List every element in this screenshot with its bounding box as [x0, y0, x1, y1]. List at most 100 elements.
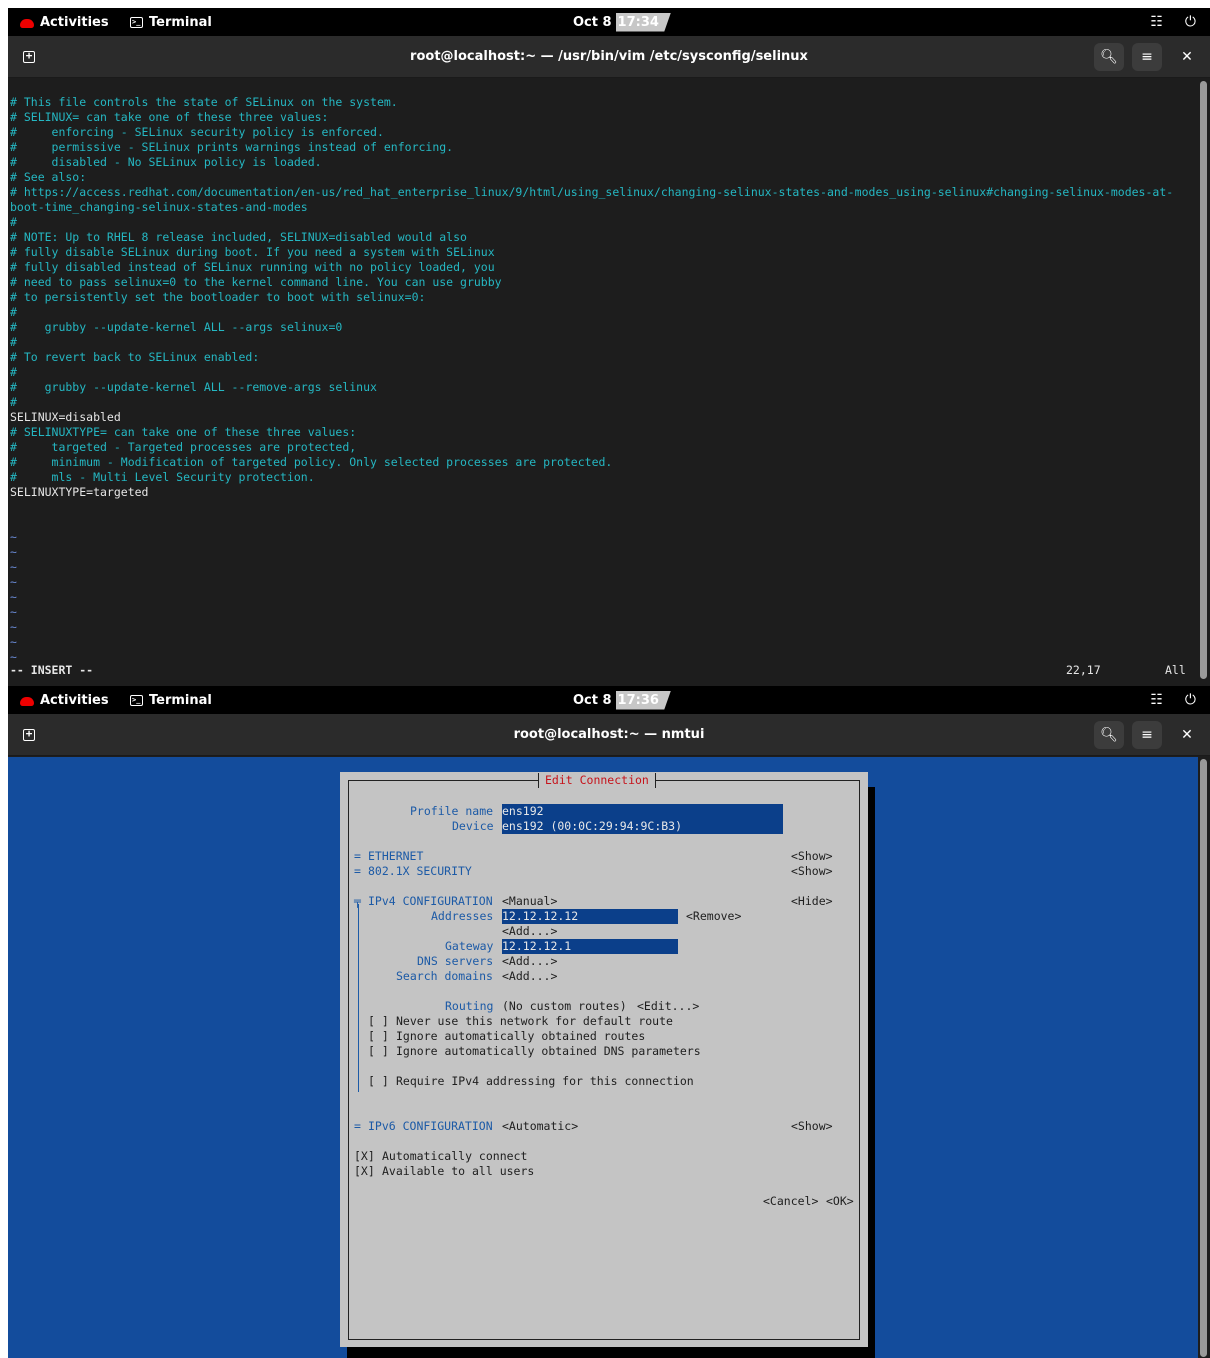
vim-buffer[interactable]: # This file controls the state of SELinu… — [8, 79, 1198, 686]
ethernet-section-label: ETHERNET — [368, 849, 424, 863]
never-default-label: Never use this network for default route — [396, 1014, 673, 1028]
search-button[interactable]: 🔍︎ — [1094, 43, 1124, 71]
file-line: # To revert back to SELinux enabled: — [10, 350, 260, 364]
clock[interactable]: Oct 8 17:34 — [573, 8, 671, 36]
gnome-top-bar: Activities >_ Terminal Oct 8 17:36 ☷ ⏻ — [8, 686, 1210, 714]
section-collapsed-marker: = — [354, 864, 361, 878]
device-field[interactable]: ens192 (00:0C:29:94:9C:B3) — [502, 819, 783, 834]
power-icon[interactable]: ⏻ — [1185, 692, 1196, 708]
file-line: # grubby --update-kernel ALL --args seli… — [10, 320, 343, 334]
close-icon: ✕ — [1181, 49, 1193, 65]
ipv4-section-label: IPv4 CONFIGURATION — [368, 894, 493, 908]
remove-address-button[interactable]: <Remove> — [686, 909, 741, 924]
file-line: # This file controls the state of SELinu… — [10, 95, 398, 109]
empty-line-tilde: ~ — [10, 575, 17, 589]
ipv6-mode-dropdown[interactable]: <Automatic> — [502, 1119, 578, 1134]
address-value: 12.12.12.12 — [502, 909, 579, 923]
routing-label: Routing — [445, 999, 494, 1013]
system-tray[interactable]: ☷ ⏻ — [1150, 8, 1196, 36]
scrollbar[interactable] — [1200, 81, 1207, 679]
section-collapsed-marker: = — [354, 849, 361, 863]
address-field[interactable]: 12.12.12.12 — [502, 909, 678, 924]
terminal-headerbar: + root@localhost:~ — nmtui 🔍︎ ≡ ✕ — [8, 714, 1210, 756]
system-tray[interactable]: ☷ ⏻ — [1150, 686, 1196, 714]
security-section-label: 802.1X SECURITY — [368, 864, 472, 878]
file-line: # need to pass selinux=0 to the kernel c… — [10, 275, 502, 289]
file-line: # targeted - Targeted processes are prot… — [10, 440, 357, 454]
nmtui-terminal-screenshot: Activities >_ Terminal Oct 8 17:36 ☷ ⏻ +… — [8, 686, 1210, 1358]
nmtui-screen: Edit Connection Profile name ens192 Devi… — [8, 757, 1198, 1358]
redhat-logo-icon — [20, 18, 34, 28]
terminal-icon: >_ — [130, 694, 143, 706]
search-button[interactable]: 🔍︎ — [1094, 721, 1124, 749]
clock-time: 17:34 — [615, 12, 671, 32]
clock[interactable]: Oct 8 17:36 — [573, 686, 671, 714]
vim-terminal-screenshot: Activities >_ Terminal Oct 8 17:34 ☷ ⏻ +… — [8, 8, 1210, 686]
hamburger-menu-icon: ≡ — [1141, 727, 1153, 743]
menu-button[interactable]: ≡ — [1132, 43, 1162, 71]
add-dns-button[interactable]: <Add...> — [502, 954, 557, 969]
addresses-label: Addresses — [431, 909, 494, 923]
terminal-icon: >_ — [130, 16, 143, 28]
network-wired-icon[interactable]: ☷ — [1150, 692, 1163, 708]
ok-button[interactable]: <OK> — [826, 1194, 854, 1209]
section-collapsed-marker: = — [354, 1119, 361, 1133]
empty-line-tilde: ~ — [10, 635, 17, 649]
file-line: # See also: — [10, 170, 87, 184]
ignore-routes-label: Ignore automatically obtained routes — [396, 1029, 646, 1043]
device-label: Device — [452, 819, 494, 833]
profile-name-field[interactable]: ens192 — [502, 804, 783, 819]
require-ipv4-checkbox[interactable]: [ ] — [368, 1074, 389, 1089]
file-line: boot-time_changing-selinux-states-and-mo… — [10, 200, 308, 214]
close-button[interactable]: ✕ — [1172, 721, 1202, 749]
gnome-top-bar: Activities >_ Terminal Oct 8 17:34 ☷ ⏻ — [8, 8, 1210, 36]
redhat-logo-icon — [20, 696, 34, 706]
scroll-position: All — [1165, 663, 1186, 677]
ethernet-show-button[interactable]: <Show> — [791, 849, 833, 864]
file-line: # mls - Multi Level Security protection. — [10, 470, 315, 484]
ipv4-hide-button[interactable]: <Hide> — [791, 894, 833, 909]
file-line: # enforcing - SELinux security policy is… — [10, 125, 384, 139]
power-icon[interactable]: ⏻ — [1185, 14, 1196, 30]
gateway-field[interactable]: 12.12.12.1 — [502, 939, 678, 954]
vim-mode-indicator: -- INSERT -- — [10, 663, 94, 677]
file-line: # — [10, 365, 17, 379]
ignore-dns-checkbox[interactable]: [ ] — [368, 1044, 389, 1059]
empty-line-tilde: ~ — [10, 590, 17, 604]
auto-connect-checkbox[interactable]: [X] — [354, 1149, 375, 1164]
add-search-domain-button[interactable]: <Add...> — [502, 969, 557, 984]
ipv4-mode-dropdown[interactable]: <Manual> — [502, 894, 557, 909]
gateway-value: 12.12.12.1 — [502, 939, 572, 953]
add-address-button[interactable]: <Add...> — [502, 924, 557, 939]
file-line: # — [10, 215, 17, 229]
clock-date: Oct 8 — [573, 14, 612, 30]
profile-name-value: ens192 — [502, 804, 544, 818]
cancel-button[interactable]: <Cancel> — [763, 1194, 818, 1209]
ignore-dns-label: Ignore automatically obtained DNS parame… — [396, 1044, 701, 1058]
close-icon: ✕ — [1181, 727, 1193, 743]
clock-time: 17:36 — [615, 690, 671, 710]
file-line: # — [10, 305, 17, 319]
activities-label: Activities — [40, 692, 109, 708]
network-wired-icon[interactable]: ☷ — [1150, 14, 1163, 30]
never-default-checkbox[interactable]: [ ] — [368, 1014, 389, 1029]
menu-button[interactable]: ≡ — [1132, 721, 1162, 749]
security-show-button[interactable]: <Show> — [791, 864, 833, 879]
close-button[interactable]: ✕ — [1172, 43, 1202, 71]
file-line: # to persistently set the bootloader to … — [10, 290, 426, 304]
app-menu-terminal[interactable]: >_ Terminal — [130, 8, 212, 36]
app-menu-terminal[interactable]: >_ Terminal — [130, 686, 212, 714]
cursor-position: 22,17 — [1066, 663, 1101, 677]
gateway-label: Gateway — [445, 939, 494, 953]
file-line: # fully disable SELinux during boot. If … — [10, 245, 495, 259]
ipv6-show-button[interactable]: <Show> — [791, 1119, 833, 1134]
clock-date: Oct 8 — [573, 692, 612, 708]
terminal-headerbar: + root@localhost:~ — /usr/bin/vim /etc/s… — [8, 36, 1210, 78]
all-users-checkbox[interactable]: [X] — [354, 1164, 375, 1179]
activities-button[interactable]: Activities — [20, 686, 109, 714]
edit-routes-button[interactable]: <Edit...> — [637, 999, 699, 1014]
activities-button[interactable]: Activities — [20, 8, 109, 36]
scrollbar[interactable] — [1200, 759, 1207, 1357]
file-line: # — [10, 395, 17, 409]
ignore-routes-checkbox[interactable]: [ ] — [368, 1029, 389, 1044]
